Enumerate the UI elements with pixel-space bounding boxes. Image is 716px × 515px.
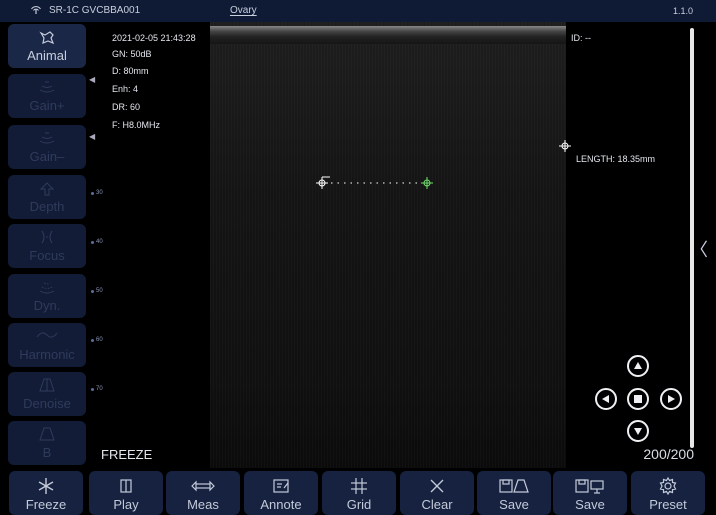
arrow-down-icon [634, 428, 642, 435]
save-image-button[interactable]: Save [477, 471, 551, 515]
grid-label: Grid [346, 497, 372, 512]
depth-icon [39, 181, 55, 197]
sidebar-item-depth[interactable]: Depth [8, 175, 86, 219]
sidebar-item-gain-minus[interactable]: Gain– [8, 125, 86, 169]
clear-button[interactable]: Clear [400, 471, 474, 515]
ultrasound-image-area[interactable]: ◀ ◀ 30 40 50 60 70 2021-02-05 21:43:28 G… [86, 22, 708, 468]
frame-counter: 200/200 [643, 446, 694, 462]
arrow-right-icon [668, 395, 675, 403]
annotate-button[interactable]: Annote [244, 471, 318, 515]
play-button[interactable]: Play [89, 471, 163, 515]
save-image-icon [499, 476, 529, 496]
play-label: Play [113, 497, 139, 512]
sidebar-item-label: Focus [29, 247, 65, 263]
arrow-left-icon [602, 395, 609, 403]
sidebar-item-dynamic-range[interactable]: Dyn. [8, 274, 86, 318]
clear-label: Clear [421, 497, 453, 512]
save-video-icon [575, 476, 605, 496]
center-stop-button[interactable] [627, 388, 649, 410]
preset-button[interactable]: Preset [631, 471, 705, 515]
exam-type-selector[interactable]: Ovary [230, 5, 257, 16]
gain-plus-icon [38, 80, 56, 96]
snowflake-icon [37, 476, 55, 496]
panel-expand-icon[interactable]: 〈 [690, 236, 708, 262]
annotate-icon [272, 476, 290, 496]
annotate-label: Annote [260, 497, 302, 512]
arrow-up-button[interactable] [627, 355, 649, 377]
preset-gear-icon [659, 476, 677, 496]
sidebar-item-label: Gain– [29, 148, 65, 164]
stop-icon [634, 395, 642, 403]
freeze-label: Freeze [25, 497, 67, 512]
sidebar-item-label: B [42, 444, 52, 460]
wifi-icon [30, 5, 42, 18]
sidebar-item-label: Animal [27, 47, 67, 63]
play-icon [117, 476, 135, 496]
arrow-down-button[interactable] [627, 420, 649, 442]
freeze-status: FREEZE [101, 447, 153, 462]
device-id: SR-1C GVCBBA001 [49, 5, 141, 16]
sidebar-item-focus[interactable]: Focus [8, 224, 86, 268]
gain-minus-icon [38, 131, 56, 147]
sidebar-item-b-mode[interactable]: B [8, 421, 86, 465]
status-bar: SR-1C GVCBBA001 Ovary 1.1.0 [0, 0, 716, 22]
grid-button[interactable]: Grid [322, 471, 396, 515]
sidebar-item-label: Denoise [23, 395, 71, 411]
animal-icon [38, 30, 56, 46]
sidebar-item-label: Gain+ [29, 97, 65, 113]
freeze-button[interactable]: Freeze [9, 471, 83, 515]
measure-button[interactable]: Meas [166, 471, 240, 515]
length-marker-icon [559, 140, 571, 152]
arrow-left-button[interactable] [595, 388, 617, 410]
save-video-button[interactable]: Save [553, 471, 627, 515]
focus-icon [38, 230, 56, 246]
measure-icon [191, 476, 215, 496]
sidebar-item-harmonic[interactable]: Harmonic [8, 323, 86, 367]
preset-label: Preset [649, 497, 687, 512]
software-version: 1.1.0 [672, 6, 693, 16]
sidebar-item-gain-plus[interactable]: Gain+ [8, 74, 86, 118]
save-image-label: Save [499, 497, 529, 512]
denoise-icon [38, 378, 56, 394]
sidebar-item-label: Dyn. [33, 297, 61, 313]
caliper-start-icon [316, 176, 330, 189]
length-measurement: LENGTH: 18.35mm [576, 154, 656, 164]
sidebar-item-denoise[interactable]: Denoise [8, 372, 86, 416]
save-video-label: Save [575, 497, 605, 512]
dynamic-range-icon [38, 280, 56, 296]
b-mode-icon [38, 427, 56, 443]
harmonic-icon [36, 329, 58, 345]
sidebar-item-label: Depth [29, 198, 65, 214]
clear-icon [429, 476, 445, 496]
sidebar-item-animal[interactable]: Animal [8, 24, 86, 68]
grid-icon [350, 476, 368, 496]
sidebar-item-label: Harmonic [19, 346, 75, 362]
arrow-up-icon [634, 362, 642, 369]
bottom-toolbar: Freeze Play Meas Annote Grid Clear Save … [0, 468, 716, 515]
measure-label: Meas [187, 497, 219, 512]
caliper-end-icon [421, 177, 433, 189]
arrow-right-button[interactable] [660, 388, 682, 410]
sidebar: Animal Gain+ Gain– Depth Focus Dyn. Harm… [0, 22, 86, 468]
